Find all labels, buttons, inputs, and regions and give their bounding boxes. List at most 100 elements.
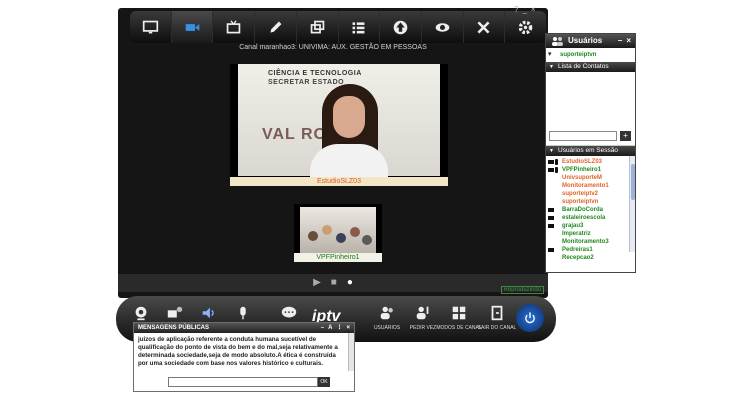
grid-icon bbox=[452, 306, 466, 320]
presenter-face bbox=[333, 96, 365, 138]
contacts-list: + bbox=[546, 72, 635, 146]
help-button[interactable]: ? bbox=[514, 5, 518, 14]
session-user-name: Recepcao2 bbox=[562, 255, 594, 261]
thumbnail-video[interactable]: VPFPinheiro1 bbox=[294, 204, 382, 262]
messages-close-button[interactable]: × bbox=[346, 323, 350, 333]
session-user-row[interactable]: BarraDoCorda bbox=[546, 206, 635, 214]
speaker-button[interactable] bbox=[194, 304, 224, 322]
users-button[interactable]: USUÁRIOS bbox=[372, 304, 402, 331]
session-user-row[interactable]: grajau3 bbox=[546, 222, 635, 230]
session-user-name: suporteiptv2 bbox=[562, 191, 599, 197]
tv-icon bbox=[226, 19, 241, 33]
session-user-name: estaleiroescola bbox=[562, 215, 606, 221]
eye-button[interactable] bbox=[422, 11, 464, 43]
session-user-row[interactable]: estaleiroescola bbox=[546, 214, 635, 222]
add-contact-button[interactable]: + bbox=[620, 131, 631, 141]
camera-icon bbox=[548, 216, 554, 220]
speaker-icon bbox=[202, 307, 214, 319]
contact-search-input[interactable] bbox=[549, 131, 617, 141]
chat-button[interactable] bbox=[274, 304, 304, 322]
tv-button[interactable] bbox=[213, 11, 256, 43]
video-camera-icon bbox=[185, 23, 199, 31]
session-user-row[interactable]: UnivsuporteM bbox=[546, 174, 635, 182]
ask-turn-button[interactable]: PEDIR VEZ bbox=[408, 304, 438, 331]
users-minimize-button[interactable]: – bbox=[618, 34, 622, 48]
raise-hand-icon bbox=[416, 306, 429, 320]
person-dot bbox=[362, 235, 372, 245]
contacts-section-header[interactable]: Lista de Contatos bbox=[546, 62, 635, 72]
microphone-button[interactable] bbox=[228, 304, 258, 322]
player-controls: ▶ ■ ● bbox=[118, 274, 548, 292]
session-user-row[interactable]: Monitoramento3 bbox=[546, 238, 635, 246]
video-camera-button[interactable] bbox=[171, 11, 214, 43]
font-size-button[interactable]: A bbox=[328, 323, 332, 333]
send-ok-button[interactable]: OK bbox=[318, 377, 330, 387]
message-input[interactable] bbox=[168, 377, 318, 387]
upload-icon bbox=[393, 20, 408, 34]
monitor-icon bbox=[142, 20, 158, 33]
ask-turn-label: PEDIR VEZ bbox=[409, 325, 437, 331]
session-user-row[interactable]: Monitoramento1 bbox=[546, 182, 635, 190]
users-icon bbox=[552, 37, 563, 46]
pencil-button[interactable] bbox=[255, 11, 297, 43]
session-section-header[interactable]: Usuários em Sessão bbox=[546, 146, 635, 156]
channel-modes-button[interactable]: MODOS DE CANAL bbox=[436, 304, 482, 331]
exit-channel-button[interactable]: SAIR DO CANAL bbox=[478, 304, 516, 331]
users-close-button[interactable]: × bbox=[626, 34, 631, 48]
camera-icon bbox=[548, 168, 554, 172]
banner-text-1: CIÊNCIA E TECNOLOGIA bbox=[268, 70, 362, 77]
power-icon bbox=[525, 312, 535, 324]
session-user-name: EstudioSLZ03 bbox=[562, 159, 603, 165]
session-user-row[interactable]: Imperatriz bbox=[546, 230, 635, 238]
playback-status: Reproduzindo bbox=[500, 286, 544, 294]
main-window: ? _ × Canal maranhao3: UNIVIMA: AUX. GES… bbox=[118, 5, 548, 298]
public-messages-panel: MENSAGENS PÚBLICAS – A ⋮ × juizos de apl… bbox=[133, 322, 355, 392]
users-icon bbox=[380, 306, 393, 320]
session-user-row[interactable]: EstudioSLZ03 bbox=[546, 158, 635, 166]
microphone-icon bbox=[555, 167, 558, 173]
messages-scrollbar[interactable] bbox=[348, 333, 354, 371]
current-user-selector[interactable]: suporteiptvn bbox=[546, 48, 635, 62]
session-user-row[interactable]: Recepcao2 bbox=[546, 254, 635, 262]
power-button[interactable] bbox=[516, 304, 544, 332]
video-settings-button[interactable] bbox=[160, 304, 190, 322]
messages-controls: – A ⋮ × bbox=[321, 323, 350, 333]
play-icon[interactable]: ▶ bbox=[313, 278, 321, 288]
tools-icon bbox=[477, 20, 490, 34]
minimize-button[interactable]: _ bbox=[522, 5, 526, 14]
messages-title: MENSAGENS PÚBLICAS bbox=[138, 325, 210, 331]
session-user-row[interactable]: suporteiptvn bbox=[546, 198, 635, 206]
gear-button[interactable] bbox=[505, 11, 546, 43]
close-button[interactable]: × bbox=[531, 5, 536, 14]
messages-options-button[interactable]: ⋮ bbox=[336, 323, 342, 333]
stop-icon[interactable]: ■ bbox=[331, 278, 337, 288]
upload-button[interactable] bbox=[380, 11, 422, 43]
record-icon[interactable]: ● bbox=[347, 278, 353, 288]
users-button-label: USUÁRIOS bbox=[373, 325, 401, 331]
list-icon bbox=[352, 21, 365, 33]
scrollbar-thumb[interactable] bbox=[631, 164, 635, 200]
windows-button[interactable] bbox=[297, 11, 339, 43]
main-video[interactable]: CIÊNCIA E TECNOLOGIA SECRETAR ESTADO VAL… bbox=[230, 64, 448, 186]
webcam-icon bbox=[135, 306, 147, 321]
session-user-name: Monitoramento3 bbox=[562, 239, 609, 245]
chat-bubble-icon bbox=[281, 306, 297, 318]
person-dot bbox=[322, 225, 332, 235]
monitor-button[interactable] bbox=[130, 11, 172, 43]
session-users-list: EstudioSLZ03 VPFPinheiro1 UnivsuporteM Moni… bbox=[546, 156, 635, 261]
users-panel: Usuários – × suporteiptvn Lista de Conta… bbox=[545, 33, 636, 273]
messages-minimize-button[interactable]: – bbox=[321, 323, 324, 333]
session-user-name: BarraDoCorda bbox=[562, 207, 604, 213]
tools-button[interactable] bbox=[464, 11, 506, 43]
exit-door-icon bbox=[491, 305, 503, 321]
camera-icon bbox=[548, 224, 554, 228]
list-button[interactable] bbox=[339, 11, 381, 43]
banner-text-3: VAL RO bbox=[262, 126, 327, 143]
session-scrollbar[interactable] bbox=[629, 156, 635, 252]
thumbnail-video-label: VPFPinheiro1 bbox=[294, 253, 382, 262]
session-user-row[interactable]: suporteiptv2 bbox=[546, 190, 635, 198]
session-user-row[interactable]: VPFPinheiro1 bbox=[546, 166, 635, 174]
webcam-button[interactable] bbox=[126, 304, 156, 322]
channel-modes-label: MODOS DE CANAL bbox=[436, 325, 482, 331]
session-user-row[interactable]: Pedreiras1 bbox=[546, 246, 635, 254]
